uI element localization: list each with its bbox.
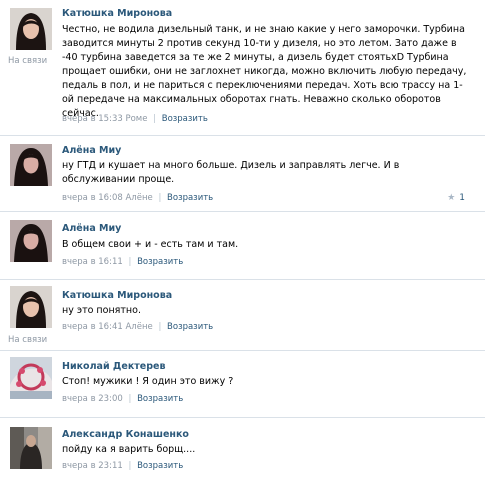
comment-text: пойду ка я варить борщ.... [62, 444, 196, 455]
comment-item: Алёна Миу ну ГТД и кушает на много больш… [0, 135, 485, 212]
comment-time[interactable]: вчера в 16:11 [62, 257, 123, 267]
author-name[interactable]: Алёна Миу [62, 145, 121, 156]
like-button[interactable]: ★ 1 [447, 193, 465, 203]
comment-item: На связи Катюшка Миронова ну это понятно… [0, 279, 485, 351]
comment-time[interactable]: вчера в 16:08 [62, 193, 123, 203]
online-status: На связи [8, 335, 48, 345]
star-icon: ★ [447, 193, 456, 203]
comment-item: Алёна Миу В общем свои + и - есть там и … [0, 211, 485, 280]
comment-text: Стоп! мужики ! Я один это вижу ? [62, 376, 234, 387]
avatar[interactable] [10, 357, 52, 399]
reply-button[interactable]: Возразить [162, 114, 208, 124]
avatar[interactable] [10, 8, 52, 50]
reply-to[interactable]: Алёне [125, 193, 152, 203]
comment-time[interactable]: вчера в 23:00 [62, 394, 123, 404]
comment-meta: вчера в 16:41 Алёне | Возразить [62, 322, 213, 332]
comment-text: Честно, не водила дизельный танк, и не з… [62, 24, 467, 119]
reply-button[interactable]: Возразить [137, 257, 183, 267]
avatar[interactable] [10, 220, 52, 262]
online-status: На связи [8, 56, 48, 66]
comment-time[interactable]: вчера в 16:41 [62, 322, 123, 332]
avatar[interactable] [10, 286, 52, 328]
avatar[interactable] [10, 427, 52, 469]
comment-item: На связи Катюшка Миронова Честно, не вод… [0, 0, 485, 135]
comment-time[interactable]: вчера в 15:33 [62, 114, 123, 124]
separator: | [158, 193, 162, 203]
comment-item: Николай Дектерев Стоп! мужики ! Я один э… [0, 350, 485, 418]
comments-feed: На связи Катюшка Миронова Честно, не вод… [0, 0, 485, 480]
comment-text: ну это понятно. [62, 305, 141, 316]
separator: | [128, 257, 132, 267]
reply-button[interactable]: Возразить [167, 193, 213, 203]
reply-to[interactable]: Роме [125, 114, 147, 124]
reply-to[interactable]: Алёне [125, 322, 152, 332]
author-name[interactable]: Катюшка Миронова [62, 290, 172, 301]
comment-text: ну ГТД и кушает на много больше. Дизель … [62, 160, 400, 185]
author-name[interactable]: Алёна Миу [62, 223, 121, 234]
separator: | [128, 394, 132, 404]
avatar[interactable] [10, 144, 52, 186]
author-name[interactable]: Катюшка Миронова [62, 8, 172, 19]
comment-meta: вчера в 23:00 | Возразить [62, 394, 183, 404]
comment-meta: вчера в 16:08 Алёне | Возразить [62, 193, 213, 203]
separator: | [128, 461, 132, 471]
like-count: 1 [459, 193, 465, 203]
reply-button[interactable]: Возразить [137, 394, 183, 404]
author-name[interactable]: Александр Конашенко [62, 429, 189, 440]
comment-meta: вчера в 15:33 Роме | Возразить [62, 114, 208, 124]
reply-button[interactable]: Возразить [167, 322, 213, 332]
reply-button[interactable]: Возразить [137, 461, 183, 471]
separator: | [158, 322, 162, 332]
comment-text: В общем свои + и - есть там и там. [62, 239, 239, 250]
comment-item: Александр Конашенко пойду ка я варить бо… [0, 417, 485, 481]
separator: | [153, 114, 157, 124]
author-name[interactable]: Николай Дектерев [62, 361, 165, 372]
comment-meta: вчера в 16:11 | Возразить [62, 257, 183, 267]
comment-meta: вчера в 23:11 | Возразить [62, 461, 183, 471]
comment-time[interactable]: вчера в 23:11 [62, 461, 123, 471]
